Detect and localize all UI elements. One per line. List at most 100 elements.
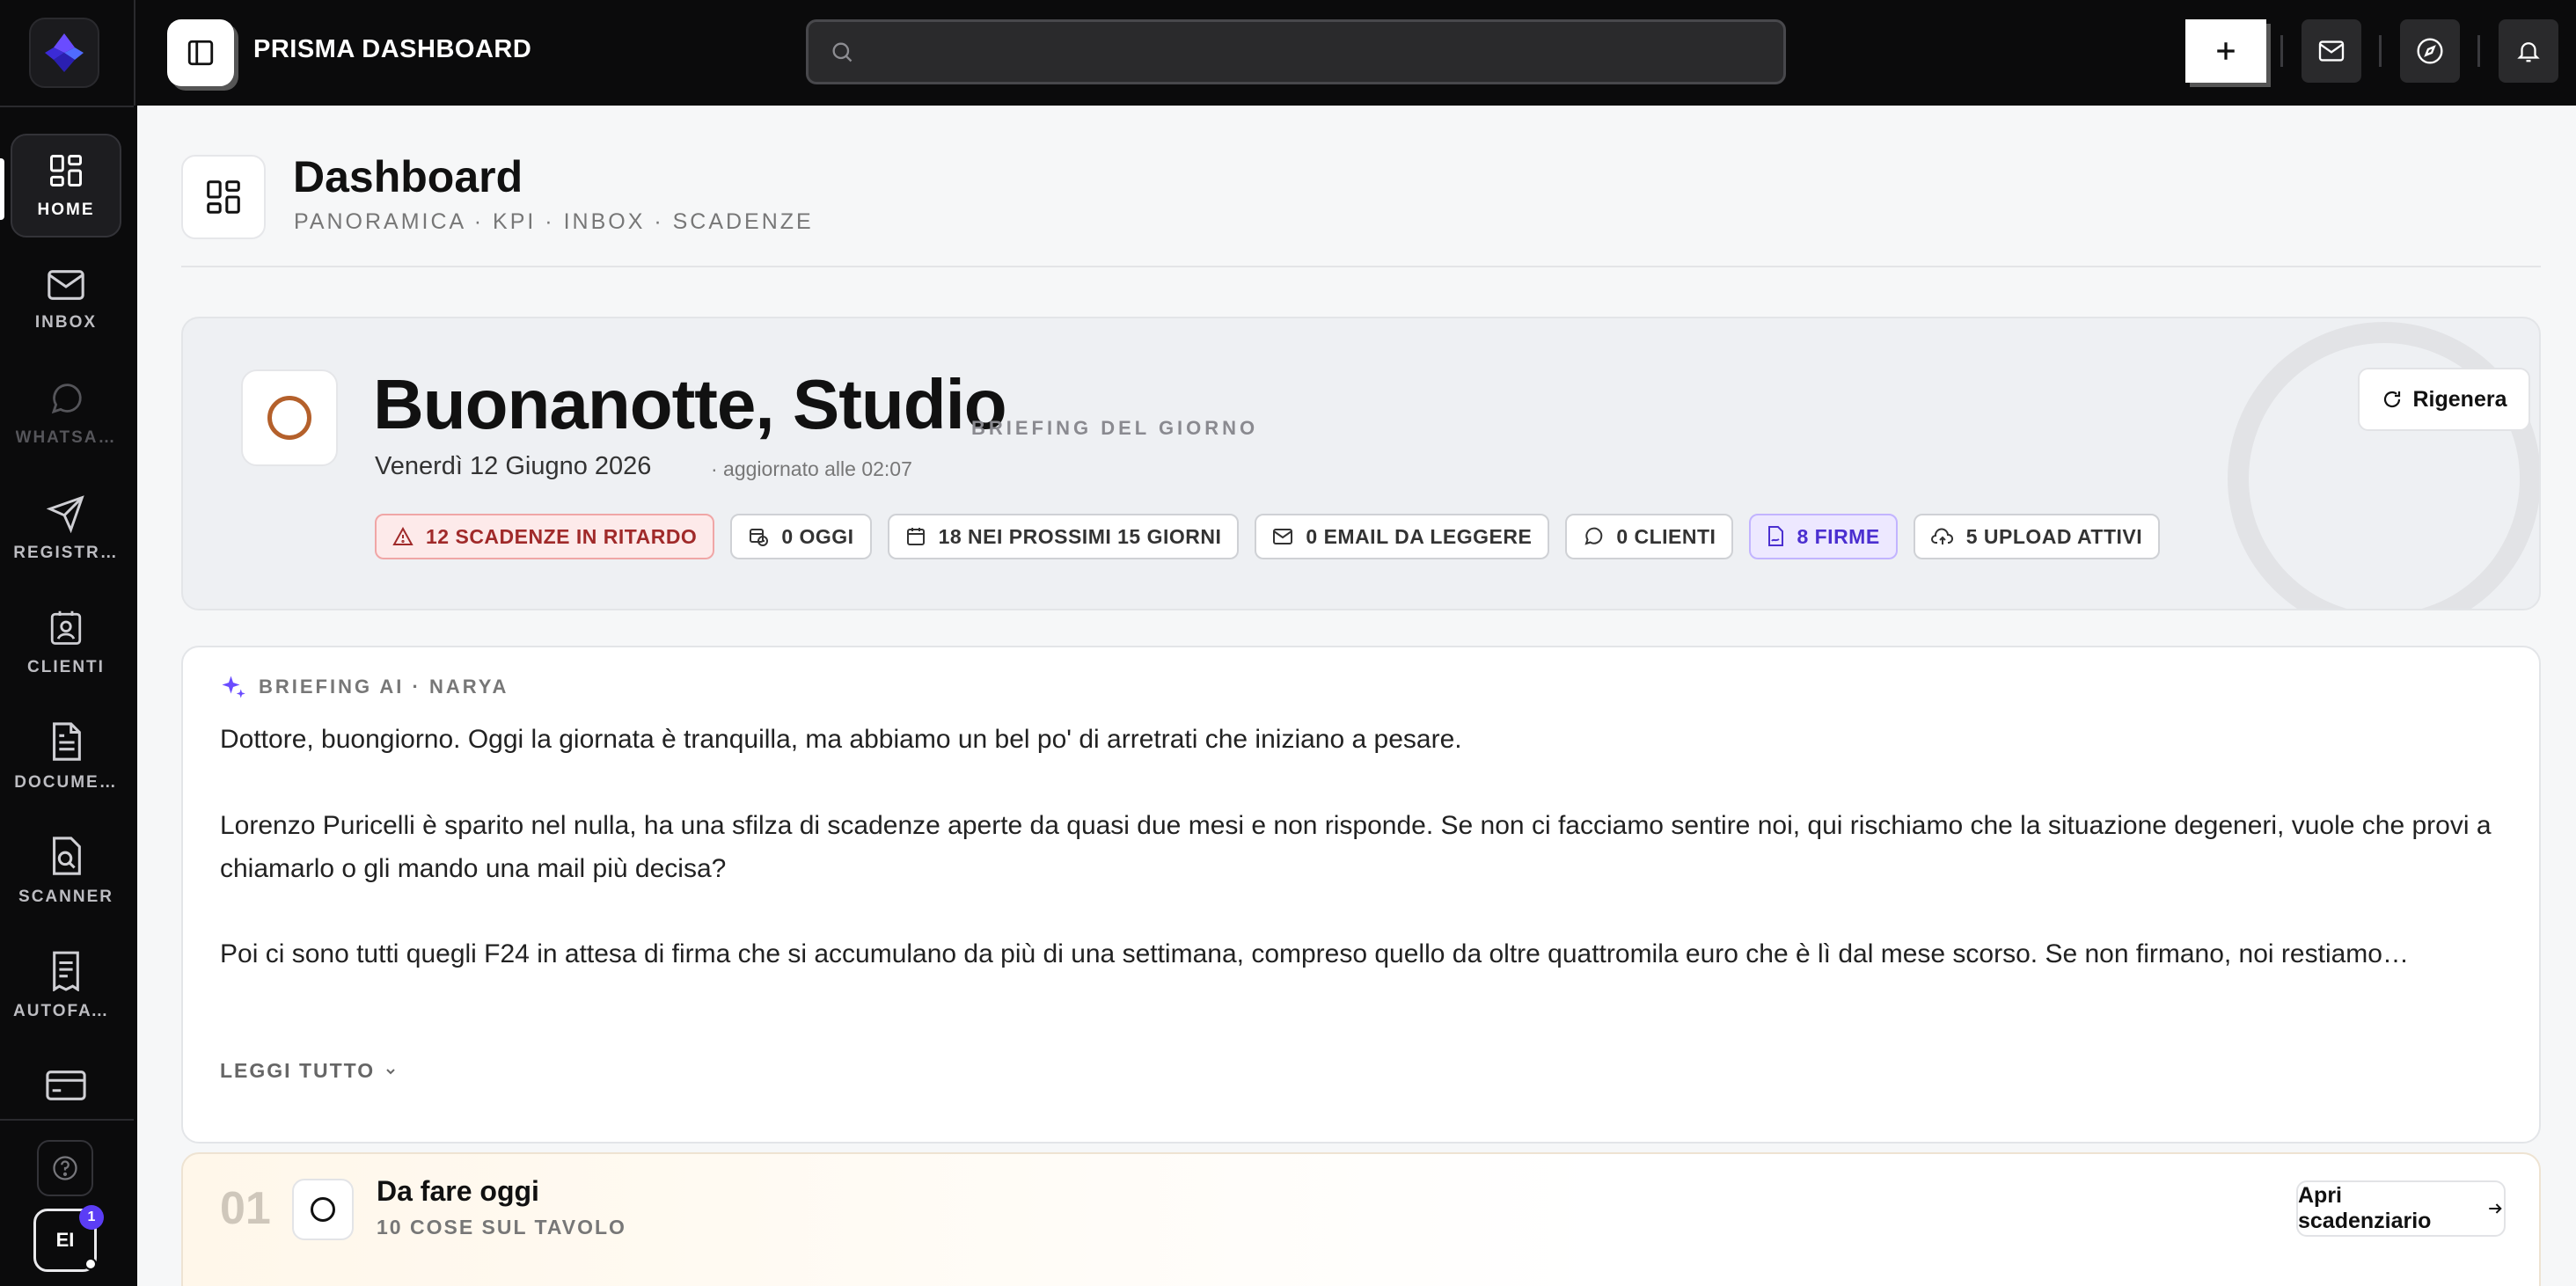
chip-clients[interactable]: 0 CLIENTI bbox=[1565, 514, 1734, 559]
chip-label: 0 EMAIL DA LEGGERE bbox=[1306, 524, 1533, 548]
chip-next-15-days[interactable]: 18 NEI PROSSIMI 15 GIORNI bbox=[887, 514, 1240, 559]
chat-icon bbox=[1584, 527, 1603, 545]
help-button[interactable] bbox=[37, 1140, 93, 1196]
warning-icon bbox=[392, 527, 413, 545]
mail-icon bbox=[1273, 529, 1293, 544]
calendar-icon bbox=[906, 528, 925, 545]
header-divider bbox=[181, 266, 2541, 267]
chip-label: 0 CLIENTI bbox=[1616, 524, 1716, 548]
sidebar-item-label: INBOX bbox=[34, 313, 98, 332]
sidebar-item-label: SCANNER bbox=[18, 888, 113, 906]
topbar: PRISMA DASHBOARD bbox=[134, 0, 2576, 106]
whatsapp-icon bbox=[51, 384, 82, 414]
toolbar-divider bbox=[2379, 35, 2382, 67]
sidebar-item-label: WHATSA… bbox=[15, 428, 117, 447]
ai-briefing-card: BRIEFING AI · NARYA Dottore, buongiorno.… bbox=[181, 646, 2541, 1144]
chip-active-uploads[interactable]: 5 UPLOAD ATTIVI bbox=[1913, 514, 2161, 559]
chip-signatures[interactable]: 8 FIRME bbox=[1749, 514, 1898, 559]
sidebar-panel-icon bbox=[187, 40, 214, 66]
chip-label: 18 NEI PROSSIMI 15 GIORNI bbox=[938, 524, 1222, 548]
last-updated: · aggiornato alle 02:07 bbox=[711, 457, 912, 480]
search-bar[interactable] bbox=[806, 19, 1786, 84]
calendar-clock-icon bbox=[750, 529, 769, 546]
todo-title: Da fare oggi bbox=[377, 1175, 539, 1207]
mail-button[interactable] bbox=[2302, 19, 2361, 83]
read-more-link[interactable]: LEGGI TUTTO bbox=[220, 1059, 398, 1083]
briefing-tag: BRIEFING DEL GIORNO bbox=[971, 417, 1259, 439]
sidebar-item-label: HOME bbox=[37, 201, 95, 219]
decorative-ring bbox=[2228, 322, 2539, 609]
toolbar-divider bbox=[2280, 35, 2283, 67]
section-number: 01 bbox=[220, 1183, 271, 1234]
sidebar-item-whatsapp[interactable]: WHATSA… bbox=[11, 362, 121, 466]
online-status-dot bbox=[84, 1258, 97, 1270]
app-title: PRISMA DASHBOARD bbox=[253, 35, 532, 63]
notifications-button[interactable] bbox=[2499, 19, 2558, 83]
receipt-icon bbox=[53, 951, 79, 991]
status-icon bbox=[241, 369, 338, 466]
document-icon bbox=[53, 722, 81, 761]
chevron-down-icon bbox=[386, 1068, 395, 1074]
page-subtitle: PANORAMICA · KPI · INBOX · SCADENZE bbox=[294, 209, 814, 234]
open-deadlines-button[interactable]: Apri scadenziario bbox=[2296, 1180, 2506, 1237]
grid-icon bbox=[50, 155, 82, 186]
sidebar-item-billing[interactable] bbox=[11, 1047, 121, 1117]
todo-today-card: 01 Da fare oggi 10 COSE SUL TAVOLO Apri … bbox=[181, 1152, 2541, 1286]
credit-card-icon bbox=[46, 1070, 86, 1100]
open-deadlines-label: Apri scadenziario bbox=[2298, 1183, 2432, 1233]
toolbar-divider bbox=[2477, 35, 2480, 67]
sidebar-toggle-button[interactable] bbox=[167, 19, 234, 86]
cloud-upload-icon bbox=[1930, 528, 1953, 544]
chip-label: 12 SCADENZE IN RITARDO bbox=[426, 524, 698, 548]
help-icon bbox=[53, 1156, 77, 1180]
file-signature-icon bbox=[1768, 526, 1784, 546]
page-icon bbox=[181, 155, 266, 239]
sidebar-item-documenti[interactable]: DOCUME… bbox=[11, 705, 121, 809]
contact-icon bbox=[50, 610, 82, 645]
current-date: Venerdì 12 Giugno 2026 bbox=[375, 452, 652, 480]
grid-icon bbox=[207, 180, 240, 214]
mail-icon bbox=[2318, 40, 2345, 62]
read-more-label: LEGGI TUTTO bbox=[220, 1059, 376, 1082]
mail-icon bbox=[48, 270, 84, 300]
compass-icon bbox=[2417, 38, 2443, 64]
sparkle-icon bbox=[222, 676, 245, 698]
sidebar: HOME INBOX WHATSA… REGISTR… CLIENTI DOCU… bbox=[0, 0, 134, 1286]
bell-icon bbox=[2517, 42, 2540, 62]
active-indicator bbox=[0, 158, 4, 220]
regenerate-button[interactable]: Rigenera bbox=[2358, 368, 2530, 431]
sidebar-item-inbox[interactable]: INBOX bbox=[11, 248, 121, 352]
sidebar-item-autofatture[interactable]: AUTOFAT… bbox=[11, 934, 121, 1038]
greeting-title: Buonanotte, Studio bbox=[373, 365, 1007, 443]
sidebar-item-registro[interactable]: REGISTR… bbox=[11, 477, 121, 581]
send-icon bbox=[47, 495, 84, 533]
arrow-right-icon bbox=[2489, 1203, 2503, 1214]
sidebar-item-label: REGISTR… bbox=[13, 544, 119, 562]
chip-unread-emails[interactable]: 0 EMAIL DA LEGGERE bbox=[1255, 514, 1550, 559]
plus-icon bbox=[2217, 42, 2235, 60]
chip-today[interactable]: 0 OGGI bbox=[730, 514, 872, 559]
regenerate-label: Rigenera bbox=[2412, 386, 2507, 412]
ring-icon bbox=[311, 1197, 335, 1222]
page-title: Dashboard bbox=[293, 152, 523, 201]
notification-count-badge: 1 bbox=[79, 1205, 104, 1230]
new-item-button[interactable] bbox=[2185, 19, 2266, 83]
todo-subtitle: 10 COSE SUL TAVOLO bbox=[377, 1216, 626, 1239]
briefing-paragraph: Lorenzo Puricelli è sparito nel nulla, h… bbox=[220, 811, 2492, 883]
sidebar-item-label: DOCUME… bbox=[14, 773, 118, 792]
sidebar-item-clienti[interactable]: CLIENTI bbox=[11, 591, 121, 695]
sidebar-item-label: CLIENTI bbox=[27, 658, 105, 676]
app-logo[interactable] bbox=[29, 18, 99, 88]
scanner-icon bbox=[53, 837, 81, 875]
briefing-paragraph: Poi ci sono tutti quegli F24 in attesa d… bbox=[220, 939, 2409, 968]
search-input[interactable] bbox=[868, 38, 1748, 66]
refresh-icon bbox=[2383, 391, 2400, 408]
ring-icon bbox=[267, 396, 311, 440]
sidebar-item-home[interactable]: HOME bbox=[11, 134, 121, 237]
explore-button[interactable] bbox=[2400, 19, 2460, 83]
chip-overdue[interactable]: 12 SCADENZE IN RITARDO bbox=[375, 514, 715, 559]
chip-label: 0 OGGI bbox=[781, 524, 854, 548]
chip-label: 5 UPLOAD ATTIVI bbox=[1965, 524, 2143, 548]
chip-label: 8 FIRME bbox=[1797, 524, 1880, 548]
sidebar-item-scanner[interactable]: SCANNER bbox=[11, 820, 121, 924]
